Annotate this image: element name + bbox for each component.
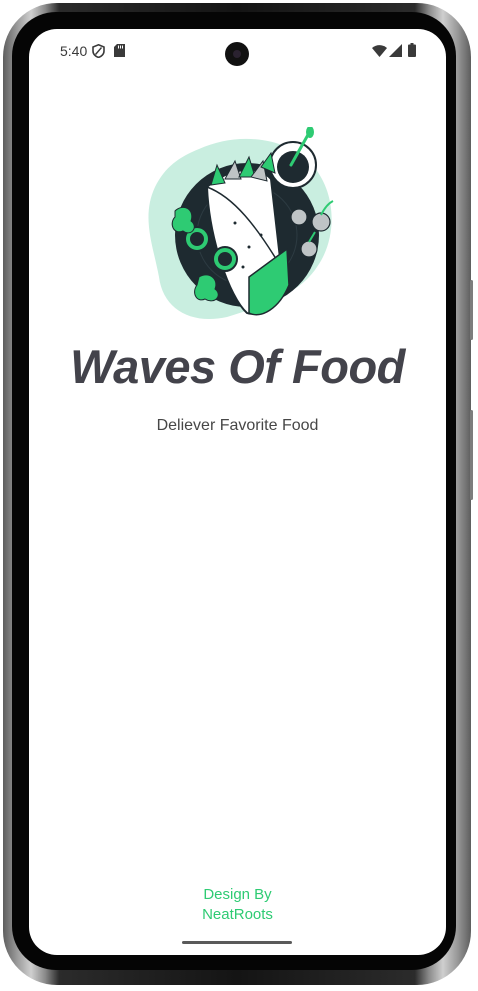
volume-button	[470, 410, 473, 500]
app-title: Waves Of Food	[70, 340, 405, 393]
food-plate-illustration	[148, 127, 334, 320]
shield-icon	[92, 44, 105, 58]
app-tagline: Deliever Favorite Food	[156, 417, 319, 434]
credit-line-1: Design By	[203, 886, 272, 903]
app-screen: 5:40 Waves Of Food Deliever Favorite Foo…	[29, 29, 446, 955]
front-camera	[225, 42, 249, 66]
status-time: 5:40	[60, 43, 88, 59]
signal-icon	[389, 44, 402, 57]
battery-icon	[408, 43, 416, 57]
status-bar: 5:40	[29, 29, 446, 75]
power-button	[470, 280, 473, 340]
credit-line-2: NeatRoots	[202, 906, 273, 923]
wifi-icon	[372, 45, 387, 57]
designer-credit: Design By NeatRoots	[29, 885, 446, 925]
sd-card-icon	[114, 44, 125, 57]
home-indicator[interactable]	[182, 941, 292, 944]
